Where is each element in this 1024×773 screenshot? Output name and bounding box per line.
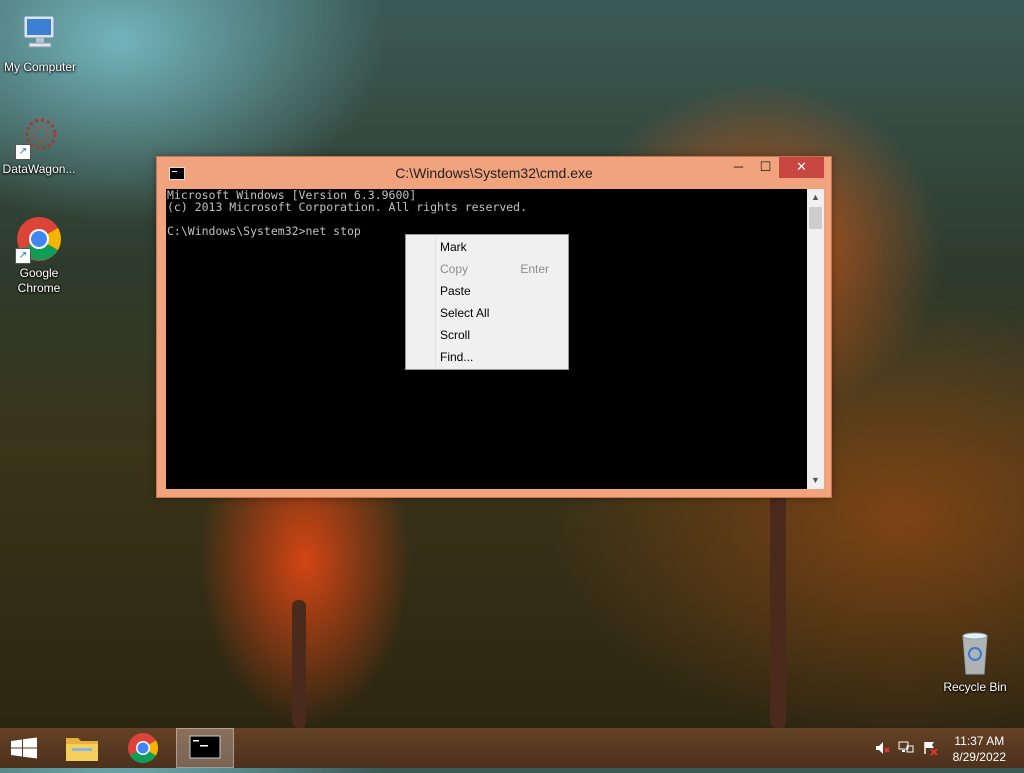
flower-stem bbox=[770, 490, 786, 728]
taskbar-chrome[interactable] bbox=[116, 728, 172, 768]
minimize-button[interactable]: ─ bbox=[725, 157, 752, 178]
taskbar: 11:37 AM 8/29/2022 bbox=[0, 728, 1024, 768]
flower-stem bbox=[292, 600, 306, 728]
chrome-icon bbox=[128, 733, 159, 764]
menu-item-label: Paste bbox=[440, 284, 471, 298]
desktop-icon-my-computer[interactable]: My Computer bbox=[0, 10, 80, 75]
menu-item-shortcut: Enter bbox=[520, 262, 549, 276]
recycle-bin-icon bbox=[951, 630, 999, 678]
desktop-icon-label: Google Chrome bbox=[17, 266, 61, 295]
menu-item-mark[interactable]: Mark bbox=[440, 236, 560, 258]
desktop-icon-recycle-bin[interactable]: Recycle Bin bbox=[935, 630, 1015, 695]
desktop-icon-label: My Computer bbox=[3, 60, 77, 74]
menu-item-select-all[interactable]: Select All bbox=[440, 302, 560, 324]
menu-item-label: Mark bbox=[440, 240, 467, 254]
computer-icon bbox=[16, 10, 64, 58]
menu-item-label: Copy bbox=[440, 262, 469, 276]
scroll-down-icon[interactable]: ▼ bbox=[807, 472, 824, 489]
menu-item-copy[interactable]: Copy Enter bbox=[440, 258, 560, 280]
desktop-icon-google-chrome[interactable]: ↗ Google Chrome bbox=[0, 216, 79, 296]
datawagon-icon: ↗ bbox=[15, 112, 63, 160]
menu-item-label: Find... bbox=[440, 350, 474, 364]
desktop-icon-label: DataWagon... bbox=[2, 162, 76, 176]
menu-item-paste[interactable]: Paste bbox=[440, 280, 560, 302]
scroll-up-icon[interactable]: ▲ bbox=[807, 189, 824, 206]
volume-muted-icon[interactable] bbox=[874, 740, 890, 756]
vertical-scrollbar[interactable]: ▲ ▼ bbox=[807, 189, 824, 489]
clock-time: 11:37 AM bbox=[954, 734, 1005, 748]
network-icon[interactable] bbox=[898, 740, 914, 756]
start-button[interactable] bbox=[0, 728, 48, 768]
window-titlebar[interactable]: C:\Windows\System32\cmd.exe ─ ☐ ✕ bbox=[157, 157, 831, 189]
cmd-icon bbox=[189, 735, 221, 759]
system-clock[interactable]: 11:37 AM 8/29/2022 bbox=[953, 733, 1006, 765]
clock-date: 8/29/2022 bbox=[952, 750, 1006, 764]
taskbar-cmd[interactable] bbox=[176, 728, 234, 768]
shortcut-arrow-icon: ↗ bbox=[15, 144, 31, 160]
desktop-icon-datawagon[interactable]: ↗ DataWagon... bbox=[0, 112, 79, 177]
menu-item-scroll[interactable]: Scroll bbox=[440, 324, 560, 346]
windows-logo-icon bbox=[11, 737, 37, 759]
action-center-icon[interactable] bbox=[922, 740, 938, 756]
chrome-icon: ↗ bbox=[15, 216, 63, 264]
close-button[interactable]: ✕ bbox=[779, 157, 824, 178]
console-line: (c) 2013 Microsoft Corporation. All righ… bbox=[167, 200, 528, 214]
file-explorer-icon bbox=[66, 738, 98, 761]
taskbar-file-explorer[interactable] bbox=[54, 728, 110, 768]
shortcut-arrow-icon: ↗ bbox=[15, 248, 31, 264]
menu-item-label: Select All bbox=[440, 306, 490, 320]
scroll-thumb[interactable] bbox=[809, 207, 822, 229]
context-menu: Mark Copy Enter Paste Select All Scroll … bbox=[405, 234, 569, 370]
desktop-icon-label: Recycle Bin bbox=[943, 680, 1007, 694]
menu-item-label: Scroll bbox=[440, 328, 471, 342]
maximize-button[interactable]: ☐ bbox=[752, 157, 779, 178]
menu-item-find[interactable]: Find... bbox=[440, 346, 560, 368]
